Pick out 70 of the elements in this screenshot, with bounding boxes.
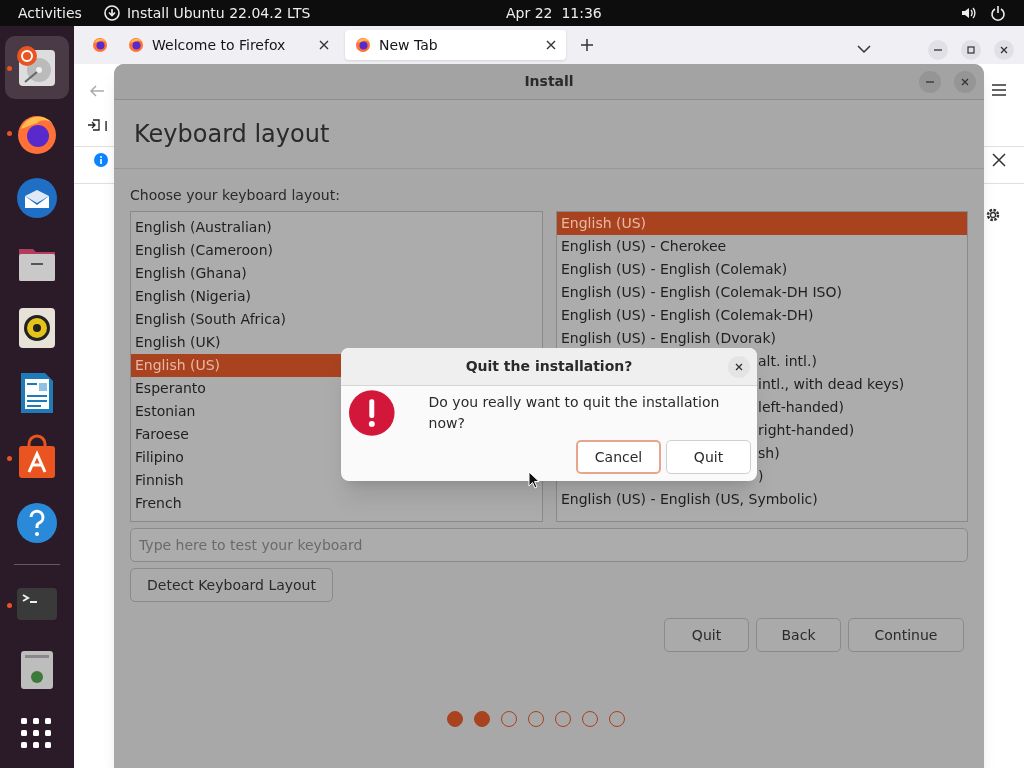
list-item[interactable]: English (Australian) xyxy=(135,217,272,238)
list-item[interactable]: English (US) - English (Colemak-DH) xyxy=(561,305,814,326)
list-item[interactable]: English (US) - English (Dvorak) xyxy=(561,328,776,349)
browser-tab[interactable]: Welcome to Firefox xyxy=(118,30,339,60)
tab-title: Welcome to Firefox xyxy=(152,35,287,55)
list-item[interactable]: right-handed) xyxy=(758,420,855,441)
toolbar-label: I xyxy=(104,117,109,136)
list-item[interactable]: English (US) - Cherokee xyxy=(561,236,727,257)
list-item[interactable]: English (US) - English (Colemak) xyxy=(561,259,788,280)
minimize-icon[interactable] xyxy=(928,40,948,60)
running-indicator xyxy=(7,131,12,136)
page-heading: Keyboard layout xyxy=(134,119,330,150)
download-icon xyxy=(103,5,120,21)
close-icon xyxy=(954,71,976,93)
list-item[interactable]: English (UK) xyxy=(135,332,221,353)
firefox-icon xyxy=(355,37,371,53)
dialog-button[interactable]: Quit xyxy=(666,440,751,474)
close-icon xyxy=(319,40,329,50)
list-item[interactable]: intl., with dead keys) xyxy=(758,374,905,395)
clock[interactable]: Apr 22 11:36 xyxy=(506,2,602,24)
list-item[interactable]: left-handed) xyxy=(758,397,844,418)
list-item[interactable]: French xyxy=(135,493,182,514)
chevron-down-icon xyxy=(857,44,871,54)
close-icon[interactable] xyxy=(994,40,1014,60)
list-item[interactable]: Esperanto xyxy=(135,378,206,399)
detect-button[interactable]: Detect Keyboard Layout xyxy=(130,568,333,602)
info-icon xyxy=(94,153,108,167)
list-item[interactable]: Faroese xyxy=(135,424,189,445)
wizard-button[interactable]: Continue xyxy=(848,618,964,652)
plus-icon xyxy=(580,38,594,52)
minimize-icon xyxy=(919,71,941,93)
keyboard-test-field[interactable]: Type here to test your keyboard xyxy=(130,528,968,562)
activities-button[interactable]: Activities xyxy=(18,2,82,24)
list-item[interactable]: alt. intl.) xyxy=(758,351,817,372)
speaker-icon xyxy=(960,5,976,21)
sign-in-icon xyxy=(87,118,101,132)
list-item[interactable]: Estonian xyxy=(135,401,196,422)
list-item[interactable]: Finnish xyxy=(135,470,184,491)
maximize-icon[interactable] xyxy=(961,40,981,60)
close-icon xyxy=(992,153,1006,167)
running-indicator xyxy=(7,66,12,71)
close-icon xyxy=(728,356,750,378)
app-menu[interactable]: Install Ubuntu 22.04.2 LTS xyxy=(126,2,311,24)
firefox-icon xyxy=(128,37,144,53)
list-item[interactable]: English (South Africa) xyxy=(135,309,286,330)
wizard-button[interactable]: Back xyxy=(756,618,841,652)
back-arrow-icon xyxy=(89,84,105,98)
list-item[interactable]: sh) xyxy=(758,443,780,464)
running-indicator xyxy=(7,603,12,608)
error-icon xyxy=(349,390,395,436)
list-item[interactable]: Filipino xyxy=(135,447,184,468)
menu-icon xyxy=(992,84,1006,96)
dialog-button[interactable]: Cancel xyxy=(576,440,661,474)
list-item[interactable]: English (Cameroon) xyxy=(135,240,273,261)
list-item[interactable]: English (Ghana) xyxy=(135,263,247,284)
dock-item[interactable] xyxy=(5,36,69,99)
close-icon xyxy=(546,40,556,50)
firefox-icon xyxy=(92,37,108,53)
tab-title: New Tab xyxy=(379,35,439,55)
list-item[interactable]: English (Nigeria) xyxy=(135,286,251,307)
wizard-button[interactable]: Quit xyxy=(664,618,749,652)
power-icon xyxy=(990,5,1006,21)
gear-icon xyxy=(985,207,1001,223)
prompt-text: Choose your keyboard layout: xyxy=(130,186,341,205)
running-indicator xyxy=(7,456,12,461)
browser-tab[interactable]: New Tab xyxy=(345,30,566,60)
list-item[interactable]: ) xyxy=(758,466,764,487)
window-title: Install xyxy=(524,72,574,91)
list-item[interactable]: English (US) - English (Colemak-DH ISO) xyxy=(561,282,842,303)
list-item[interactable]: English (US) - English (US, Symbolic) xyxy=(561,489,818,510)
